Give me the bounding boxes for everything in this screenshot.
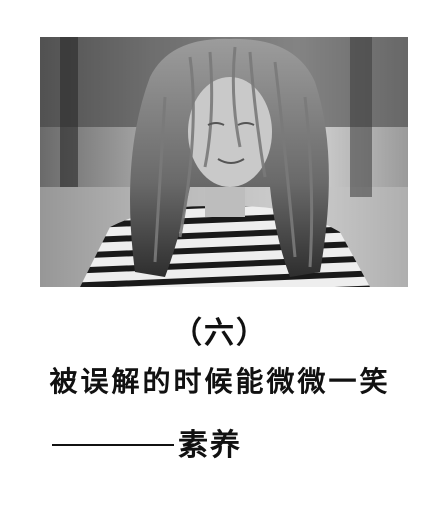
page-title: 被误解的时候能微微一笑 xyxy=(49,365,391,398)
author-line: 素养 xyxy=(52,420,242,464)
author-name: 素养 xyxy=(178,428,242,463)
cover-photo xyxy=(40,37,408,287)
portrait-image xyxy=(40,37,408,287)
dash-divider xyxy=(52,444,174,446)
chapter-number: （六） xyxy=(172,316,268,351)
